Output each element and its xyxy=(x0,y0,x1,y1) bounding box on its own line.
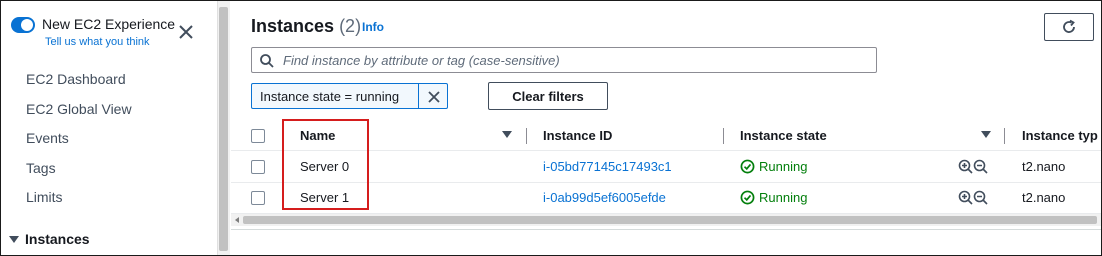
sidebar: New EC2 Experience Tell us what you thin… xyxy=(1,1,217,255)
filter-token-label: Instance state = running xyxy=(260,89,400,104)
name-column-highlight xyxy=(282,119,369,210)
scroll-left-icon[interactable] xyxy=(235,217,239,223)
instance-state: Running xyxy=(740,159,807,174)
feedback-link[interactable]: Tell us what you think xyxy=(45,36,150,48)
sidebar-item-ec2-global-view[interactable]: EC2 Global View xyxy=(26,101,132,117)
filter-token-divider xyxy=(418,84,419,108)
sidebar-item-events[interactable]: Events xyxy=(26,130,69,146)
row-checkbox[interactable] xyxy=(251,160,265,174)
filter-token[interactable]: Instance state = running xyxy=(251,83,448,109)
sidebar-item-ec2-dashboard[interactable]: EC2 Dashboard xyxy=(26,71,126,87)
page-title: Instances (2) xyxy=(251,16,361,37)
refresh-icon xyxy=(1063,19,1075,33)
page-title-text: Instances xyxy=(251,16,335,36)
zoom-in-out-icon[interactable] xyxy=(958,190,990,206)
zoom-in-out-icon[interactable] xyxy=(958,159,990,175)
sidebar-item-limits[interactable]: Limits xyxy=(26,189,63,205)
row-checkbox[interactable] xyxy=(251,191,265,205)
search-icon xyxy=(260,54,274,68)
instance-type: t2.nano xyxy=(1022,190,1066,205)
search-placeholder: Find instance by attribute or tag (case-… xyxy=(283,53,560,68)
instance-type: t2.nano xyxy=(1022,159,1066,174)
close-icon[interactable] xyxy=(426,89,442,105)
select-all-checkbox[interactable] xyxy=(251,129,265,143)
column-resizer[interactable] xyxy=(723,128,724,144)
instance-state: Running xyxy=(740,190,807,205)
instance-count: (2) xyxy=(339,16,362,36)
close-icon[interactable] xyxy=(177,23,195,41)
column-header-instance-id[interactable]: Instance ID xyxy=(543,128,612,143)
refresh-button[interactable] xyxy=(1044,13,1094,41)
caret-down-icon xyxy=(9,236,19,243)
sidebar-section-label: Instances xyxy=(25,231,90,247)
ec2-console: New EC2 Experience Tell us what you thin… xyxy=(0,0,1102,256)
instance-state-label: Running xyxy=(759,159,808,174)
column-resizer[interactable] xyxy=(1004,128,1005,144)
column-header-instance-type[interactable]: Instance typ xyxy=(1022,128,1098,143)
check-circle-icon xyxy=(740,190,755,205)
sidebar-section-instances[interactable]: Instances xyxy=(9,231,90,247)
experience-toggle[interactable] xyxy=(11,17,35,33)
info-link[interactable]: Info xyxy=(362,20,384,34)
clear-filters-button[interactable]: Clear filters xyxy=(488,82,608,110)
search-input[interactable]: Find instance by attribute or tag (case-… xyxy=(251,47,877,73)
experience-title: New EC2 Experience xyxy=(42,16,176,32)
table-scrollbar-thumb[interactable] xyxy=(243,216,1097,224)
caret-down-icon[interactable] xyxy=(502,131,512,138)
table-horizontal-scrollbar[interactable] xyxy=(231,214,1101,226)
instance-id-link[interactable]: i-0ab99d5ef6005efde xyxy=(543,190,666,205)
divider xyxy=(231,229,1101,230)
sidebar-scrollbar-thumb[interactable] xyxy=(219,7,228,251)
caret-down-icon[interactable] xyxy=(981,131,991,138)
check-circle-icon xyxy=(740,159,755,174)
column-header-instance-state[interactable]: Instance state xyxy=(740,128,827,143)
instance-id-link[interactable]: i-05bd77145c17493c1 xyxy=(543,159,672,174)
column-resizer[interactable] xyxy=(526,128,527,144)
instance-state-label: Running xyxy=(759,190,808,205)
sidebar-item-tags[interactable]: Tags xyxy=(26,160,56,176)
